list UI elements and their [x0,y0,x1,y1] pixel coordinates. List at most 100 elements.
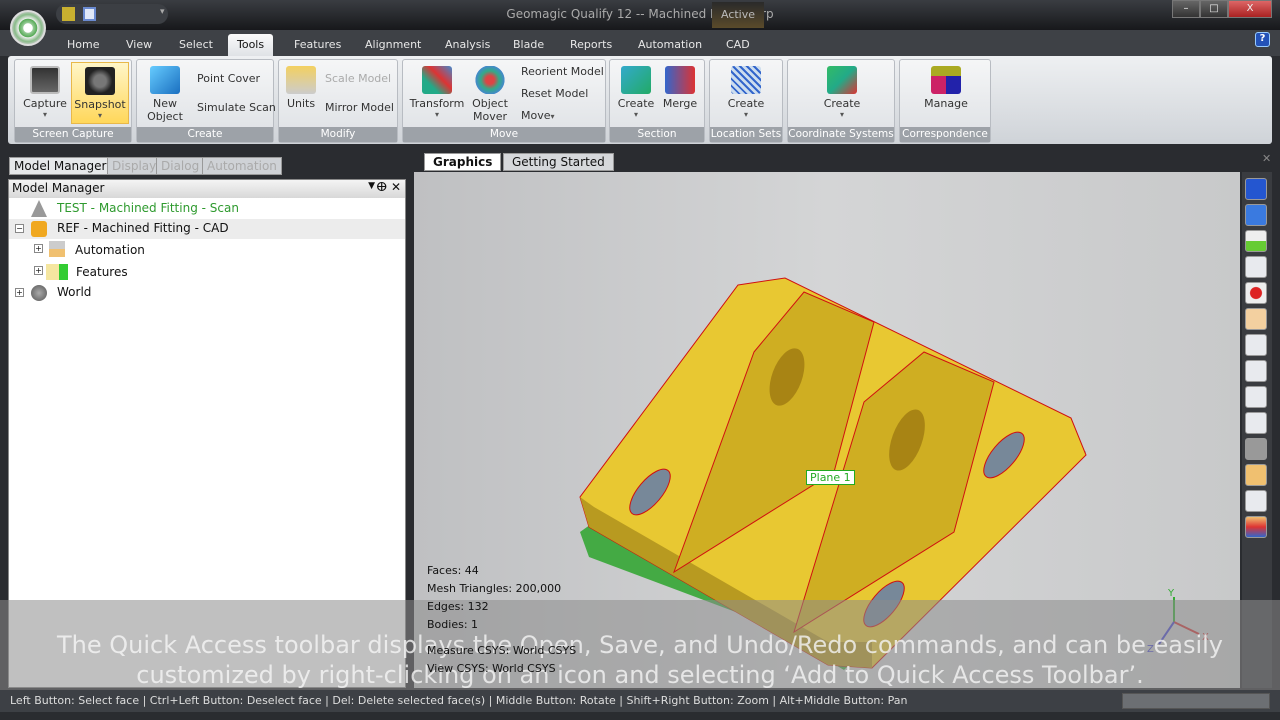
tab-analysis[interactable]: Analysis [436,34,499,56]
tab-alignment[interactable]: Alignment [356,34,430,56]
tree-item-features[interactable]: + Features [9,263,405,283]
object-mover-button[interactable]: Object Mover [469,62,511,123]
zoom-fit-icon[interactable] [1245,256,1267,278]
manage-button[interactable]: Manage [920,62,972,110]
view-front-icon[interactable] [1245,204,1267,226]
custom-region-select-icon[interactable] [1245,412,1267,434]
capture-label: Capture [23,97,67,110]
stat-bodies: Bodies: 1 [427,618,479,631]
pin-icon[interactable]: ⴲ [376,180,387,194]
mirror-model-button[interactable]: Mirror Model [325,101,394,114]
tab-features[interactable]: Features [285,34,350,56]
save-icon[interactable] [83,7,96,21]
panel-close-icon[interactable]: ✕ [391,180,401,194]
select-visible-icon[interactable] [1245,490,1267,512]
transform-icon [422,66,452,94]
caption-line-1: The Quick Access toolbar displays the Op… [56,631,1223,659]
title-bar: Geomagic Qualify 12 -- Machined Fitting.… [0,0,1280,30]
view-isometric-icon[interactable] [1245,178,1267,200]
panel-tab-display[interactable]: Display [107,157,162,175]
panel-title: Model Manager [12,181,105,195]
new-object-icon [150,66,180,94]
snapshot-button[interactable]: Snapshot ▾ [71,62,129,124]
polyline-select-icon[interactable] [1245,438,1267,460]
stat-view-csys: View CSYS: World CSYS [427,662,556,675]
caption-line-2: customized by right-clicking on an icon … [136,661,1144,689]
minimize-button[interactable]: – [1172,0,1200,18]
tree-item-test-scan[interactable]: TEST - Machined Fitting - Scan [9,199,405,219]
rectangle-select-icon[interactable] [1245,308,1267,330]
simulate-scan-button[interactable]: Simulate Scan [197,101,276,114]
tree-label: World [57,285,92,299]
axis-y-label: Y [1168,588,1175,599]
tab-select[interactable]: Select [170,34,222,56]
panel-tab-automation[interactable]: Automation [202,157,282,175]
new-object-button[interactable]: New Object [141,62,189,123]
open-icon[interactable] [62,7,75,21]
capture-button[interactable]: Capture ▾ [19,62,71,119]
group-label: Screen Capture [15,127,131,142]
group-label: Location Sets [710,127,782,142]
tab-blade[interactable]: Blade [504,34,553,56]
context-tab-header: Active [712,2,764,28]
move-dropdown[interactable]: Move▾ [521,109,555,122]
tree-item-world[interactable]: + World [9,283,405,303]
tab-reports[interactable]: Reports [561,34,621,56]
panel-tab-model-manager[interactable]: Model Manager [9,157,112,175]
csys-icon [827,66,857,94]
collapse-icon[interactable]: − [15,224,24,233]
tab-getting-started[interactable]: Getting Started [503,153,614,171]
viewport-close-icon[interactable]: ✕ [1262,152,1271,165]
stat-measure-csys: Measure CSYS: World CSYS [427,644,577,657]
qat-customize-icon[interactable]: ▾ [160,7,165,17]
rotation-center-icon[interactable] [1245,282,1267,304]
features-folder-icon [46,264,68,280]
paintbrush-select-icon[interactable] [1245,386,1267,408]
section-create-button[interactable]: Create ▾ [614,62,658,119]
group-label: Move [403,127,605,142]
location-set-create-button[interactable]: Create ▾ [722,62,770,119]
object-mover-icon [475,66,505,94]
tab-home[interactable]: Home [58,34,108,56]
color-map-icon[interactable] [1245,516,1267,538]
help-button[interactable]: ? [1255,32,1270,47]
expand-icon[interactable]: + [34,244,43,253]
point-cover-button[interactable]: Point Cover [197,72,260,85]
location-set-create-label: Create [727,97,765,110]
tree-label: Features [76,265,128,279]
units-label: Units [286,97,316,110]
reorient-model-button[interactable]: Reorient Model [521,65,604,78]
tab-automation[interactable]: Automation [629,34,711,56]
status-bar: Left Button: Select face | Ctrl+Left But… [0,690,1280,712]
tab-graphics[interactable]: Graphics [424,153,502,171]
display-objects-icon[interactable] [1245,230,1267,252]
tab-cad[interactable]: CAD [717,34,759,56]
section-icon [621,66,651,94]
reset-model-button[interactable]: Reset Model [521,87,588,100]
merge-button[interactable]: Merge [658,62,702,110]
maximize-button[interactable]: □ [1200,0,1228,18]
panel-tab-dialog[interactable]: Dialog [156,157,205,175]
lasso-select-icon[interactable] [1245,334,1267,356]
line-select-icon[interactable] [1245,360,1267,382]
expand-icon[interactable]: + [15,288,24,297]
group-screen-capture: Capture ▾ Snapshot ▾ Screen Capture [14,59,132,143]
tab-view[interactable]: View [117,34,161,56]
tree-item-automation[interactable]: + Automation [9,241,405,261]
select-through-icon[interactable] [1245,464,1267,486]
csys-create-button[interactable]: Create ▾ [818,62,866,119]
close-button[interactable]: X [1228,0,1272,18]
expand-icon[interactable]: + [34,266,43,275]
group-label: Coordinate Systems [788,127,894,142]
scale-model-button[interactable]: Scale Model [325,72,391,85]
units-button[interactable]: Units [281,62,321,110]
plane-label[interactable]: Plane 1 [806,470,855,485]
transform-button[interactable]: Transform ▾ [407,62,467,119]
progress-bar [1122,693,1270,709]
tree-item-ref-cad[interactable]: − REF - Machined Fitting - CAD [9,219,405,239]
group-modify: Units Scale Model Mirror Model Modify [278,59,398,143]
panel-menu-icon[interactable]: ▼ [368,181,375,191]
tab-tools[interactable]: Tools [228,34,274,56]
app-menu-button[interactable] [10,10,46,46]
stat-edges: Edges: 132 [427,600,489,613]
